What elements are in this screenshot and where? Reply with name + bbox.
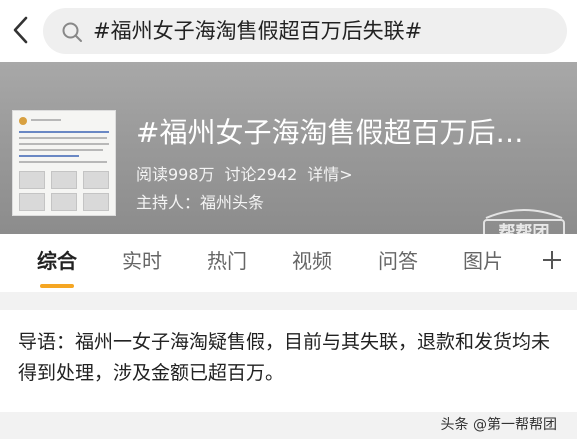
topic-stats: 阅读998万 讨论2942 详情> <box>136 165 363 185</box>
read-count: 阅读998万 <box>136 165 215 184</box>
thumbnail-line <box>19 131 109 133</box>
tab-bar: 综合 实时 热门 视频 问答 图片 <box>0 234 577 292</box>
search-input[interactable]: #福州女子海淘售假超百万后失联# <box>43 8 567 54</box>
watermark-logo: 帮帮团 <box>483 209 565 234</box>
tab-comprehensive[interactable]: 综合 <box>37 248 77 274</box>
search-query: #福州女子海淘售假超百万后失联# <box>93 19 423 43</box>
back-button[interactable] <box>6 12 34 48</box>
details-link[interactable]: 详情> <box>307 165 352 184</box>
plus-icon[interactable] <box>540 246 564 274</box>
thumbnail-image <box>19 171 45 189</box>
thumbnail-image <box>83 171 109 189</box>
tab-images[interactable]: 图片 <box>463 248 507 274</box>
tab-realtime[interactable]: 实时 <box>122 248 162 274</box>
thumbnail-line <box>19 161 107 163</box>
active-tab-indicator <box>40 284 74 288</box>
topic-title: #福州女子海淘售假超百万后… <box>136 116 524 149</box>
thumbnail-avatar <box>19 117 27 125</box>
thumbnail-line <box>19 149 103 151</box>
thumbnail-image <box>51 171 77 189</box>
thumbnail-line <box>19 137 107 139</box>
discussion-count: 讨论2942 <box>224 165 298 184</box>
topic-header: #福州女子海淘售假超百万后… 阅读998万 讨论2942 详情> 主持人：福州头条 … <box>0 62 577 234</box>
section-divider <box>0 292 577 310</box>
thumbnail-line <box>19 143 109 145</box>
search-bar: #福州女子海淘售假超百万后失联# <box>0 0 577 60</box>
source-credit: 头条 @第一帮帮团 <box>440 417 557 433</box>
thumbnail-image <box>19 193 45 211</box>
tab-qa[interactable]: 问答 <box>378 248 418 274</box>
thumbnail-image <box>51 193 77 211</box>
back-arrow-icon <box>13 16 28 44</box>
watermark-text: 帮帮团 <box>499 223 550 234</box>
tab-video[interactable]: 视频 <box>292 248 332 274</box>
thumbnail-image <box>83 193 109 211</box>
topic-thumbnail[interactable] <box>12 110 116 216</box>
tab-hot[interactable]: 热门 <box>207 248 247 274</box>
topic-host[interactable]: 主持人：福州头条 <box>136 193 264 213</box>
thumbnail-line <box>31 119 61 121</box>
thumbnail-line <box>19 155 79 157</box>
search-icon <box>62 22 82 42</box>
guide-text: 导语：福州一女子海淘疑售假，目前与其失联，退款和发货均未得到处理，涉及金额已超百… <box>18 331 551 384</box>
